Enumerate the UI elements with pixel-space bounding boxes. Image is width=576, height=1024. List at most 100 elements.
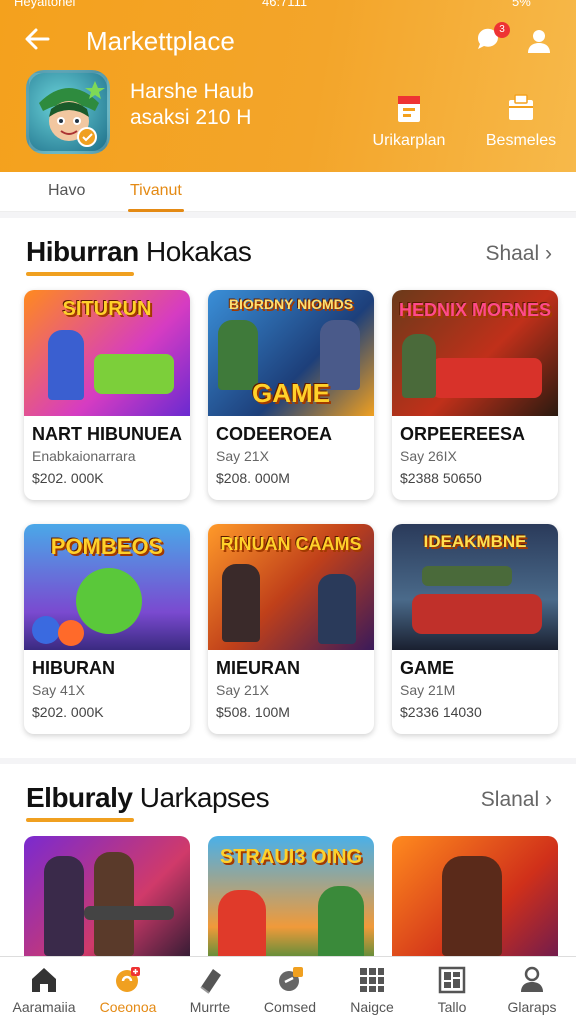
tag-icon <box>200 969 221 994</box>
product-card[interactable] <box>24 836 190 958</box>
nav-item-layout[interactable]: Tallo <box>412 965 492 1015</box>
top-bar: Markettplace 3 <box>0 22 576 62</box>
section-title-rest: Uarkapses <box>139 782 270 813</box>
product-name: ORPEEREESA <box>400 424 526 444</box>
store-avatar[interactable] <box>26 70 110 154</box>
tab-tivanut[interactable]: Tivanut <box>130 182 182 200</box>
grid-icon <box>360 968 384 992</box>
header-action-modules[interactable]: Besmeles <box>476 92 566 150</box>
product-price: $2336 14030 <box>400 704 482 720</box>
product-thumbnail: BIORDNY NIOMDS GAME <box>208 290 374 416</box>
product-thumbnail: POMBEOS <box>24 524 190 650</box>
thumbnail-subtitle: BIORDNY NIOMDS <box>228 296 354 312</box>
nav-item-connect[interactable]: Comsed <box>250 965 330 1015</box>
product-card[interactable]: BIORDNY NIOMDS GAME CODEEROEA Say 21X $2… <box>208 290 374 500</box>
nav-item-tags[interactable]: Murrte <box>170 965 250 1015</box>
product-subtitle: Say 21M <box>400 682 456 698</box>
product-name: MIEURAN <box>216 658 300 678</box>
product-thumbnail: HEDNIX MORNES <box>392 290 558 416</box>
nav-label: Tallo <box>437 999 467 1015</box>
tab-bar: Havo Tivanut <box>0 172 576 212</box>
thumbnail-title: IDEAKMBNE <box>423 532 527 551</box>
page-title: Markettplace <box>86 26 235 56</box>
product-name: GAME <box>400 658 454 678</box>
game-controller-icon <box>116 967 140 992</box>
product-price: $2388 50650 <box>400 470 482 486</box>
thumbnail-title: POMBEOS <box>50 534 164 559</box>
profile-icon <box>521 966 543 992</box>
store-name: Harshe Haub <box>130 80 254 103</box>
app-header: Heyaitonel 46:7111 5% Markettplace 3 Har <box>0 0 576 172</box>
product-name: CODEEROEA <box>216 424 333 444</box>
nav-item-grid[interactable]: Naigce <box>332 965 412 1015</box>
product-card[interactable]: POMBEOS HIBURAN Say 41X $202. 000K <box>24 524 190 734</box>
section-title-rest: Hokakas <box>145 236 252 267</box>
product-card[interactable]: RINUAN CAAMS MIEURAN Say 21X $508. 100M <box>208 524 374 734</box>
nav-label: Naigce <box>350 999 394 1015</box>
thumbnail-title: RINUAN CAAMS <box>220 534 362 554</box>
section-elburaly: Elburaly Uarkapses Slanal › STRAUI3 OING <box>0 764 576 958</box>
chevron-right-icon: › <box>545 242 552 265</box>
active-tab-indicator <box>128 209 184 212</box>
nav-label: Aaramaiia <box>12 999 76 1015</box>
section-title: Hiburran Hokakas <box>26 236 252 268</box>
status-bar: Heyaitonel 46:7111 5% <box>0 0 576 12</box>
section-title-underline <box>26 272 134 276</box>
status-carrier: Heyaitonel <box>14 0 76 9</box>
folder-icon <box>509 94 533 120</box>
profile-button[interactable] <box>526 28 554 56</box>
product-name: NART HIBUNUEA <box>32 424 182 444</box>
section-title-underline <box>26 818 134 822</box>
bottom-navigation: Aaramaiia Coeonoa Murrte Comsed Naigce T… <box>0 956 576 1024</box>
nav-item-games[interactable]: Coeonoa <box>88 965 168 1015</box>
user-icon <box>528 30 550 53</box>
product-price: $508. 100M <box>216 704 290 720</box>
product-thumbnail: SITURUN <box>24 290 190 416</box>
nav-item-profile[interactable]: Glaraps <box>492 965 572 1015</box>
thumbnail-title: SITURUN <box>62 298 152 320</box>
section-hiburran: Hiburran Hokakas Shaal › SITURUN NART HI… <box>0 218 576 758</box>
see-all-label: Slanal <box>480 788 540 811</box>
layout-icon <box>438 966 466 994</box>
back-arrow-icon <box>25 28 50 50</box>
product-subtitle: Say 21X <box>216 448 269 464</box>
header-action-plan-label: Urikarplan <box>372 132 446 149</box>
product-card[interactable]: STRAUI3 OING <box>208 836 374 958</box>
status-time: 46:7111 <box>262 0 308 9</box>
product-thumbnail: RINUAN CAAMS <box>208 524 374 650</box>
product-price: $208. 000M <box>216 470 290 486</box>
back-button[interactable] <box>22 24 58 60</box>
store-subtitle: asaksi 210 H <box>130 106 252 129</box>
header-action-plan[interactable]: Urikarplan <box>364 92 454 150</box>
product-subtitle: Enabkaionarrara <box>32 448 136 464</box>
product-thumbnail: IDEAKMBNE <box>392 524 558 650</box>
notification-button[interactable]: 3 <box>474 22 510 56</box>
notification-badge: 3 <box>494 22 510 38</box>
see-all-link[interactable]: Shaal › <box>485 242 552 266</box>
product-card[interactable]: HEDNIX MORNES ORPEEREESA Say 26IX $2388 … <box>392 290 558 500</box>
product-card[interactable]: SITURUN NART HIBUNUEA Enabkaionarrara $2… <box>24 290 190 500</box>
thumbnail-title: GAME <box>252 378 330 408</box>
product-subtitle: Say 26IX <box>400 448 457 464</box>
home-icon <box>32 968 56 992</box>
header-action-modules-label: Besmeles <box>485 132 557 149</box>
section-title-bold: Elburaly <box>26 782 133 813</box>
product-subtitle: Say 41X <box>32 682 85 698</box>
nav-item-home[interactable]: Aaramaiia <box>4 965 84 1015</box>
see-all-link[interactable]: Slanal › <box>481 788 552 812</box>
nav-label: Comsed <box>263 999 317 1015</box>
status-battery: 5% <box>512 0 531 9</box>
product-card[interactable] <box>392 836 558 958</box>
thumbnail-title: HEDNIX MORNES <box>398 300 551 320</box>
product-price: $202. 000K <box>32 470 104 486</box>
product-subtitle: Say 21X <box>216 682 269 698</box>
section-title-bold: Hiburran <box>26 236 139 267</box>
product-card[interactable]: IDEAKMBNE GAME Say 21M $2336 14030 <box>392 524 558 734</box>
product-price: $202. 000K <box>32 704 104 720</box>
tab-havo[interactable]: Havo <box>48 182 85 200</box>
nav-label: Coeonoa <box>99 999 157 1015</box>
clipboard-icon <box>398 96 420 122</box>
avatar-character-image <box>39 81 105 147</box>
chevron-right-icon: › <box>545 788 552 811</box>
nav-label: Glaraps <box>507 999 557 1015</box>
